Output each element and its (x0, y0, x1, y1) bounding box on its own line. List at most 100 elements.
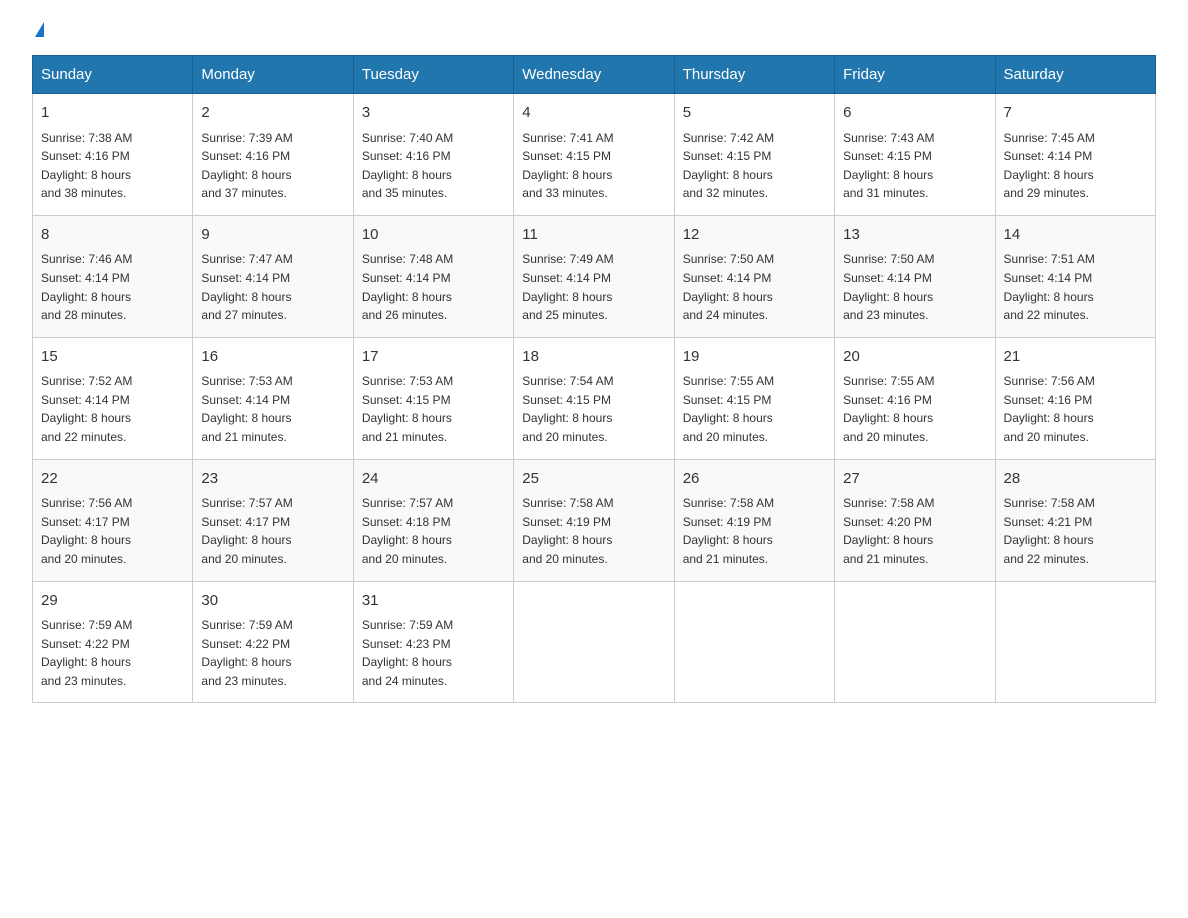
calendar-week-row: 15Sunrise: 7:52 AMSunset: 4:14 PMDayligh… (33, 337, 1156, 459)
day-number: 12 (683, 224, 826, 247)
calendar-cell: 26 Sunrise: 7:58 AMSunset: 4:19 PMDayligh… (674, 459, 834, 581)
day-info: Sunrise: 7:45 AMSunset: 4:14 PMDaylight:… (1004, 129, 1147, 203)
day-number: 10 (362, 224, 505, 247)
calendar-cell: 30 Sunrise: 7:59 AMSunset: 4:22 PMDayligh… (193, 581, 353, 703)
calendar-cell: 29 Sunrise: 7:59 AMSunset: 4:22 PMDayligh… (33, 581, 193, 703)
day-number: 18 (522, 346, 665, 369)
day-number: 21 (1004, 346, 1147, 369)
day-info: Sunrise: 7:46 AMSunset: 4:14 PMDaylight:… (41, 250, 184, 324)
day-number: 1 (41, 102, 184, 125)
calendar-cell: 25Sunrise: 7:58 AMSunset: 4:19 PMDayligh… (514, 459, 674, 581)
calendar-cell: 31 Sunrise: 7:59 AMSunset: 4:23 PMDayligh… (353, 581, 513, 703)
calendar-cell: 3Sunrise: 7:40 AMSunset: 4:16 PMDaylight… (353, 94, 513, 216)
day-number: 19 (683, 346, 826, 369)
day-number: 7 (1004, 102, 1147, 125)
calendar-cell: 9 Sunrise: 7:47 AMSunset: 4:14 PMDaylight… (193, 215, 353, 337)
day-info: Sunrise: 7:55 AMSunset: 4:15 PMDaylight:… (683, 372, 826, 446)
col-header-sunday: Sunday (33, 56, 193, 94)
col-header-monday: Monday (193, 56, 353, 94)
day-info: Sunrise: 7:56 AMSunset: 4:17 PMDaylight:… (41, 494, 184, 568)
calendar-cell: 20 Sunrise: 7:55 AMSunset: 4:16 PMDayligh… (835, 337, 995, 459)
day-number: 29 (41, 590, 184, 613)
day-number: 13 (843, 224, 986, 247)
calendar-cell (835, 581, 995, 703)
day-number: 23 (201, 468, 344, 491)
calendar-cell: 28 Sunrise: 7:58 AMSunset: 4:21 PMDayligh… (995, 459, 1155, 581)
day-number: 8 (41, 224, 184, 247)
calendar-cell: 7 Sunrise: 7:45 AMSunset: 4:14 PMDaylight… (995, 94, 1155, 216)
calendar-week-row: 1Sunrise: 7:38 AMSunset: 4:16 PMDaylight… (33, 94, 1156, 216)
day-info: Sunrise: 7:57 AMSunset: 4:18 PMDaylight:… (362, 494, 505, 568)
day-number: 28 (1004, 468, 1147, 491)
calendar-week-row: 22 Sunrise: 7:56 AMSunset: 4:17 PMDayligh… (33, 459, 1156, 581)
day-info: Sunrise: 7:58 AMSunset: 4:19 PMDaylight:… (683, 494, 826, 568)
calendar-cell (674, 581, 834, 703)
day-info: Sunrise: 7:41 AMSunset: 4:15 PMDaylight:… (522, 129, 665, 203)
day-info: Sunrise: 7:56 AMSunset: 4:16 PMDaylight:… (1004, 372, 1147, 446)
day-number: 6 (843, 102, 986, 125)
calendar-week-row: 29 Sunrise: 7:59 AMSunset: 4:22 PMDayligh… (33, 581, 1156, 703)
calendar-cell: 27Sunrise: 7:58 AMSunset: 4:20 PMDayligh… (835, 459, 995, 581)
day-number: 20 (843, 346, 986, 369)
calendar-cell: 13 Sunrise: 7:50 AMSunset: 4:14 PMDayligh… (835, 215, 995, 337)
day-info: Sunrise: 7:49 AMSunset: 4:14 PMDaylight:… (522, 250, 665, 324)
day-number: 31 (362, 590, 505, 613)
calendar-cell: 6Sunrise: 7:43 AMSunset: 4:15 PMDaylight… (835, 94, 995, 216)
day-info: Sunrise: 7:58 AMSunset: 4:19 PMDaylight:… (522, 494, 665, 568)
day-number: 5 (683, 102, 826, 125)
day-info: Sunrise: 7:57 AMSunset: 4:17 PMDaylight:… (201, 494, 344, 568)
col-header-wednesday: Wednesday (514, 56, 674, 94)
day-info: Sunrise: 7:54 AMSunset: 4:15 PMDaylight:… (522, 372, 665, 446)
calendar-cell: 24 Sunrise: 7:57 AMSunset: 4:18 PMDayligh… (353, 459, 513, 581)
day-info: Sunrise: 7:52 AMSunset: 4:14 PMDaylight:… (41, 372, 184, 446)
day-number: 27 (843, 468, 986, 491)
day-info: Sunrise: 7:59 AMSunset: 4:23 PMDaylight:… (362, 616, 505, 690)
calendar-cell: 17Sunrise: 7:53 AMSunset: 4:15 PMDayligh… (353, 337, 513, 459)
day-info: Sunrise: 7:48 AMSunset: 4:14 PMDaylight:… (362, 250, 505, 324)
day-info: Sunrise: 7:42 AMSunset: 4:15 PMDaylight:… (683, 129, 826, 203)
day-number: 2 (201, 102, 344, 125)
day-number: 30 (201, 590, 344, 613)
day-number: 9 (201, 224, 344, 247)
day-info: Sunrise: 7:59 AMSunset: 4:22 PMDaylight:… (41, 616, 184, 690)
col-header-saturday: Saturday (995, 56, 1155, 94)
day-info: Sunrise: 7:53 AMSunset: 4:14 PMDaylight:… (201, 372, 344, 446)
day-info: Sunrise: 7:50 AMSunset: 4:14 PMDaylight:… (683, 250, 826, 324)
calendar-cell: 21 Sunrise: 7:56 AMSunset: 4:16 PMDayligh… (995, 337, 1155, 459)
page-header (32, 24, 1156, 39)
day-number: 22 (41, 468, 184, 491)
calendar-week-row: 8 Sunrise: 7:46 AMSunset: 4:14 PMDaylight… (33, 215, 1156, 337)
logo (32, 24, 44, 39)
col-header-tuesday: Tuesday (353, 56, 513, 94)
day-number: 26 (683, 468, 826, 491)
day-info: Sunrise: 7:53 AMSunset: 4:15 PMDaylight:… (362, 372, 505, 446)
day-info: Sunrise: 7:58 AMSunset: 4:21 PMDaylight:… (1004, 494, 1147, 568)
calendar-cell: 1Sunrise: 7:38 AMSunset: 4:16 PMDaylight… (33, 94, 193, 216)
calendar-cell: 5 Sunrise: 7:42 AMSunset: 4:15 PMDaylight… (674, 94, 834, 216)
day-number: 3 (362, 102, 505, 125)
calendar-cell: 19 Sunrise: 7:55 AMSunset: 4:15 PMDayligh… (674, 337, 834, 459)
calendar-cell: 14 Sunrise: 7:51 AMSunset: 4:14 PMDayligh… (995, 215, 1155, 337)
calendar-cell: 15Sunrise: 7:52 AMSunset: 4:14 PMDayligh… (33, 337, 193, 459)
calendar-cell (995, 581, 1155, 703)
calendar-cell: 11 Sunrise: 7:49 AMSunset: 4:14 PMDayligh… (514, 215, 674, 337)
calendar-table: SundayMondayTuesdayWednesdayThursdayFrid… (32, 55, 1156, 703)
calendar-cell: 16 Sunrise: 7:53 AMSunset: 4:14 PMDayligh… (193, 337, 353, 459)
day-info: Sunrise: 7:47 AMSunset: 4:14 PMDaylight:… (201, 250, 344, 324)
day-info: Sunrise: 7:51 AMSunset: 4:14 PMDaylight:… (1004, 250, 1147, 324)
day-number: 16 (201, 346, 344, 369)
day-info: Sunrise: 7:59 AMSunset: 4:22 PMDaylight:… (201, 616, 344, 690)
calendar-cell: 10 Sunrise: 7:48 AMSunset: 4:14 PMDayligh… (353, 215, 513, 337)
day-info: Sunrise: 7:50 AMSunset: 4:14 PMDaylight:… (843, 250, 986, 324)
day-number: 4 (522, 102, 665, 125)
logo-triangle-icon (35, 22, 44, 37)
calendar-cell: 23 Sunrise: 7:57 AMSunset: 4:17 PMDayligh… (193, 459, 353, 581)
day-info: Sunrise: 7:39 AMSunset: 4:16 PMDaylight:… (201, 129, 344, 203)
day-info: Sunrise: 7:55 AMSunset: 4:16 PMDaylight:… (843, 372, 986, 446)
day-number: 14 (1004, 224, 1147, 247)
calendar-cell: 22 Sunrise: 7:56 AMSunset: 4:17 PMDayligh… (33, 459, 193, 581)
col-header-friday: Friday (835, 56, 995, 94)
day-number: 11 (522, 224, 665, 247)
day-number: 24 (362, 468, 505, 491)
calendar-cell: 8 Sunrise: 7:46 AMSunset: 4:14 PMDaylight… (33, 215, 193, 337)
